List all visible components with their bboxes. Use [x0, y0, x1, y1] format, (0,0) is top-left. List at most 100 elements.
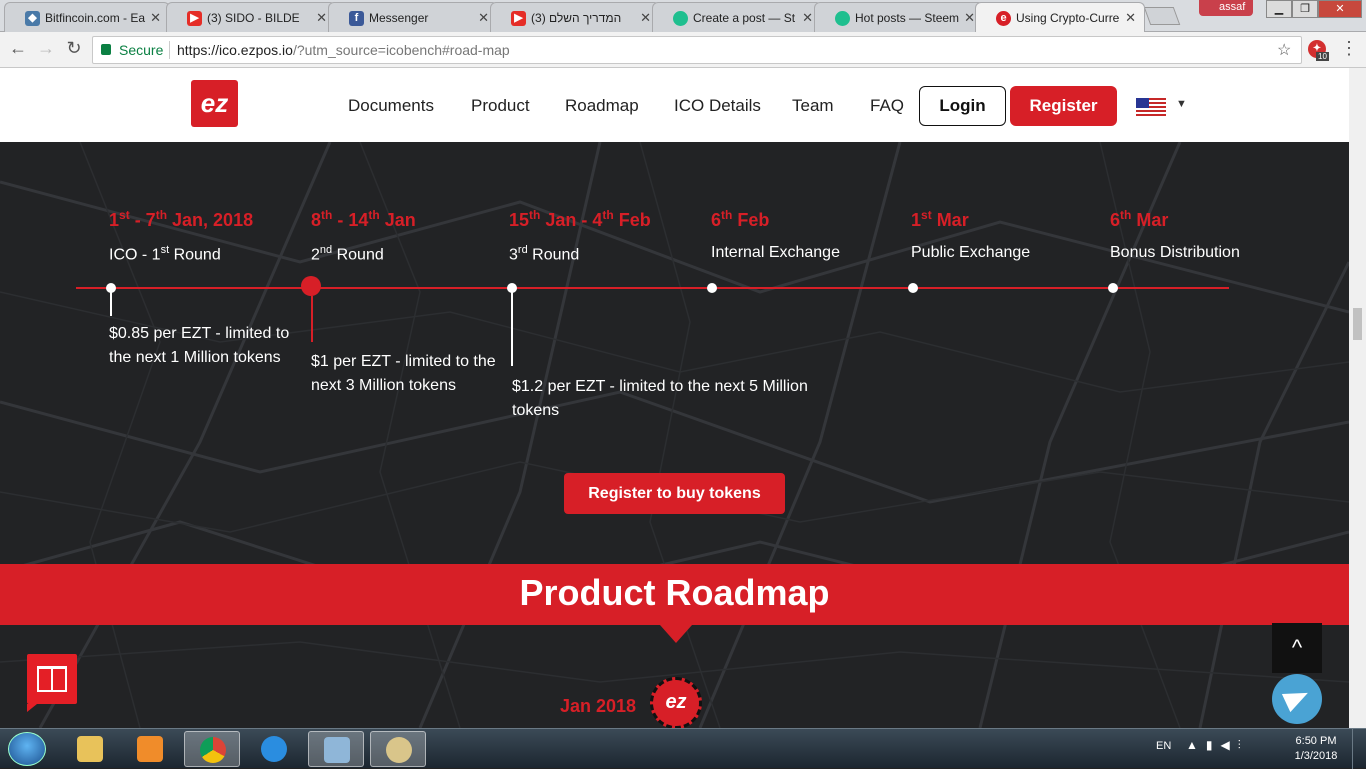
youtube-icon: ▶ [511, 11, 526, 26]
tab-title: המדריך השלם (3) [531, 11, 622, 25]
nav-product[interactable]: Product [471, 96, 530, 116]
gift-button[interactable] [27, 654, 77, 712]
milestone-name: ICO - 1st Round [109, 244, 221, 264]
milestone-name: 3rd Round [509, 244, 580, 264]
timeline-dot [908, 283, 918, 293]
close-icon[interactable]: ✕ [964, 10, 975, 26]
login-button[interactable]: Login [919, 86, 1006, 126]
forward-icon[interactable]: → [36, 38, 56, 59]
tab-title: Create a post — St [693, 11, 796, 25]
tab-title: Bitfincoin.com - Ea [45, 11, 146, 25]
telegram-icon[interactable] [1272, 674, 1322, 724]
taskbar-clock[interactable]: 6:50 PM 1/3/2018 [1290, 734, 1342, 764]
chevron-down-icon[interactable]: ▼ [1176, 98, 1187, 110]
steemit-icon [835, 11, 850, 26]
close-icon[interactable]: ✕ [802, 10, 813, 26]
milestone-price: $1 per EZT - limited to the next 3 Milli… [311, 353, 496, 394]
nav-team[interactable]: Team [792, 96, 834, 116]
start-button[interactable] [8, 732, 46, 766]
chrome-taskbar-button[interactable] [184, 731, 240, 767]
timeline-stem [110, 292, 112, 316]
app-icon [324, 737, 350, 763]
url-path: /?utm_source=icobench#road-map [292, 42, 510, 58]
bookmark-star-icon[interactable]: ☆ [1277, 40, 1291, 60]
timeline-stem [511, 292, 513, 366]
facebook-icon: f [349, 11, 364, 26]
app-taskbar-button[interactable] [308, 731, 364, 767]
timeline-stem [311, 296, 313, 342]
browser-tab[interactable]: Create a post — St ✕ [652, 2, 822, 32]
page-viewport: ez Documents Product Roadmap ICO Details… [0, 68, 1349, 728]
close-icon[interactable]: ✕ [640, 10, 651, 26]
explorer-taskbar-button[interactable] [62, 731, 118, 767]
register-button[interactable]: Register [1010, 86, 1117, 126]
new-tab-button[interactable] [1143, 7, 1181, 25]
language-indicator[interactable]: EN [1156, 740, 1171, 752]
us-flag-icon[interactable] [1136, 98, 1166, 116]
browser-tab[interactable]: ▶ (3) SIDO - BILDE 🔊 ✕ [166, 2, 336, 32]
timeline-line [76, 287, 1229, 289]
nav-faq[interactable]: FAQ [870, 96, 904, 116]
banner-arrow [660, 625, 692, 643]
nav-ico-details[interactable]: ICO Details [674, 96, 761, 116]
browser-tab-strip: ◆ Bitfincoin.com - Ea ✕ ▶ (3) SIDO - BIL… [0, 0, 1366, 32]
secure-label: Secure [119, 42, 164, 58]
tray-icons[interactable]: ▲▮◀⫶ [1186, 738, 1249, 753]
media-player-taskbar-button[interactable] [122, 731, 178, 767]
close-icon[interactable]: ✕ [478, 10, 489, 26]
page-scrollbar[interactable] [1349, 68, 1366, 728]
browser-tab[interactable]: Hot posts — Steem ✕ [814, 2, 984, 32]
milestone-date: 6th Mar [1110, 208, 1169, 230]
browser-toolbar: ← → ↻ Secure https://ico.ezpos.io/?utm_s… [0, 32, 1366, 68]
product-roadmap-banner: Product Roadmap [0, 564, 1349, 625]
url-text[interactable]: https://ico.ezpos.io/?utm_source=icobenc… [177, 42, 510, 58]
scrollbar-thumb[interactable] [1353, 308, 1362, 340]
youtube-icon: ▶ [187, 11, 202, 26]
url-host: https://ico.ezpos.io [177, 42, 293, 58]
paint-taskbar-button[interactable] [370, 731, 426, 767]
nav-documents[interactable]: Documents [348, 96, 434, 116]
address-bar[interactable]: Secure https://ico.ezpos.io/?utm_source=… [92, 36, 1302, 64]
milestone-date: 6th Feb [711, 208, 770, 230]
folder-icon [77, 736, 103, 762]
browser-tab[interactable]: ◆ Bitfincoin.com - Ea ✕ [4, 2, 170, 32]
milestone-name: Bonus Distribution [1110, 244, 1240, 261]
chrome-icon [200, 737, 226, 763]
minimize-button[interactable]: ▁ [1266, 0, 1292, 18]
register-to-buy-button[interactable]: Register to buy tokens [564, 473, 785, 514]
browser-tab-active[interactable]: e Using Crypto-Curre ✕ [975, 2, 1145, 32]
ie-taskbar-button[interactable] [246, 731, 302, 767]
browser-tab[interactable]: f Messenger ✕ [328, 2, 498, 32]
clock-time: 6:50 PM [1295, 735, 1337, 747]
close-icon[interactable]: ✕ [150, 10, 161, 26]
profile-name: assaf [1219, 1, 1246, 13]
show-desktop-button[interactable] [1352, 729, 1366, 769]
chrome-menu-icon[interactable]: ⋮ [1340, 38, 1358, 59]
maximize-button[interactable]: ❐ [1292, 0, 1318, 18]
profile-button[interactable]: assaf [1199, 0, 1254, 16]
browser-tab[interactable]: ▶ המדריך השלם (3) ✕ [490, 2, 660, 32]
paint-icon [386, 737, 412, 763]
section-title: Product Roadmap [519, 572, 830, 613]
back-icon[interactable]: ← [8, 38, 28, 59]
tab-title: (3) SIDO - BILDE [207, 11, 299, 25]
nav-roadmap[interactable]: Roadmap [565, 96, 639, 116]
close-icon[interactable]: ✕ [316, 10, 327, 26]
milestone-date: 8th - 14th Jan [311, 208, 416, 230]
ezpos-logo[interactable]: ez [191, 80, 238, 127]
close-window-button[interactable]: ✕ [1318, 0, 1362, 18]
scroll-to-top-button[interactable]: ^ [1272, 623, 1322, 673]
gift-icon [37, 666, 67, 692]
tab-title: Hot posts — Steem [855, 11, 960, 25]
close-icon[interactable]: ✕ [1125, 10, 1136, 26]
shield-icon: ◆ [25, 11, 40, 26]
tab-title: Messenger [369, 11, 429, 25]
media-player-icon [137, 736, 163, 762]
internet-explorer-icon [261, 736, 287, 762]
milestone-name: Public Exchange [911, 244, 1031, 261]
milestone-price: $1.2 per EZT - limited to the next 5 Mil… [512, 378, 808, 419]
milestone-name: Internal Exchange [711, 244, 840, 261]
milestone-date: 15th Jan - 4th Feb [509, 208, 651, 230]
reload-icon[interactable]: ↻ [64, 38, 84, 59]
milestone-date: 1st - 7th Jan, 2018 [109, 208, 254, 230]
